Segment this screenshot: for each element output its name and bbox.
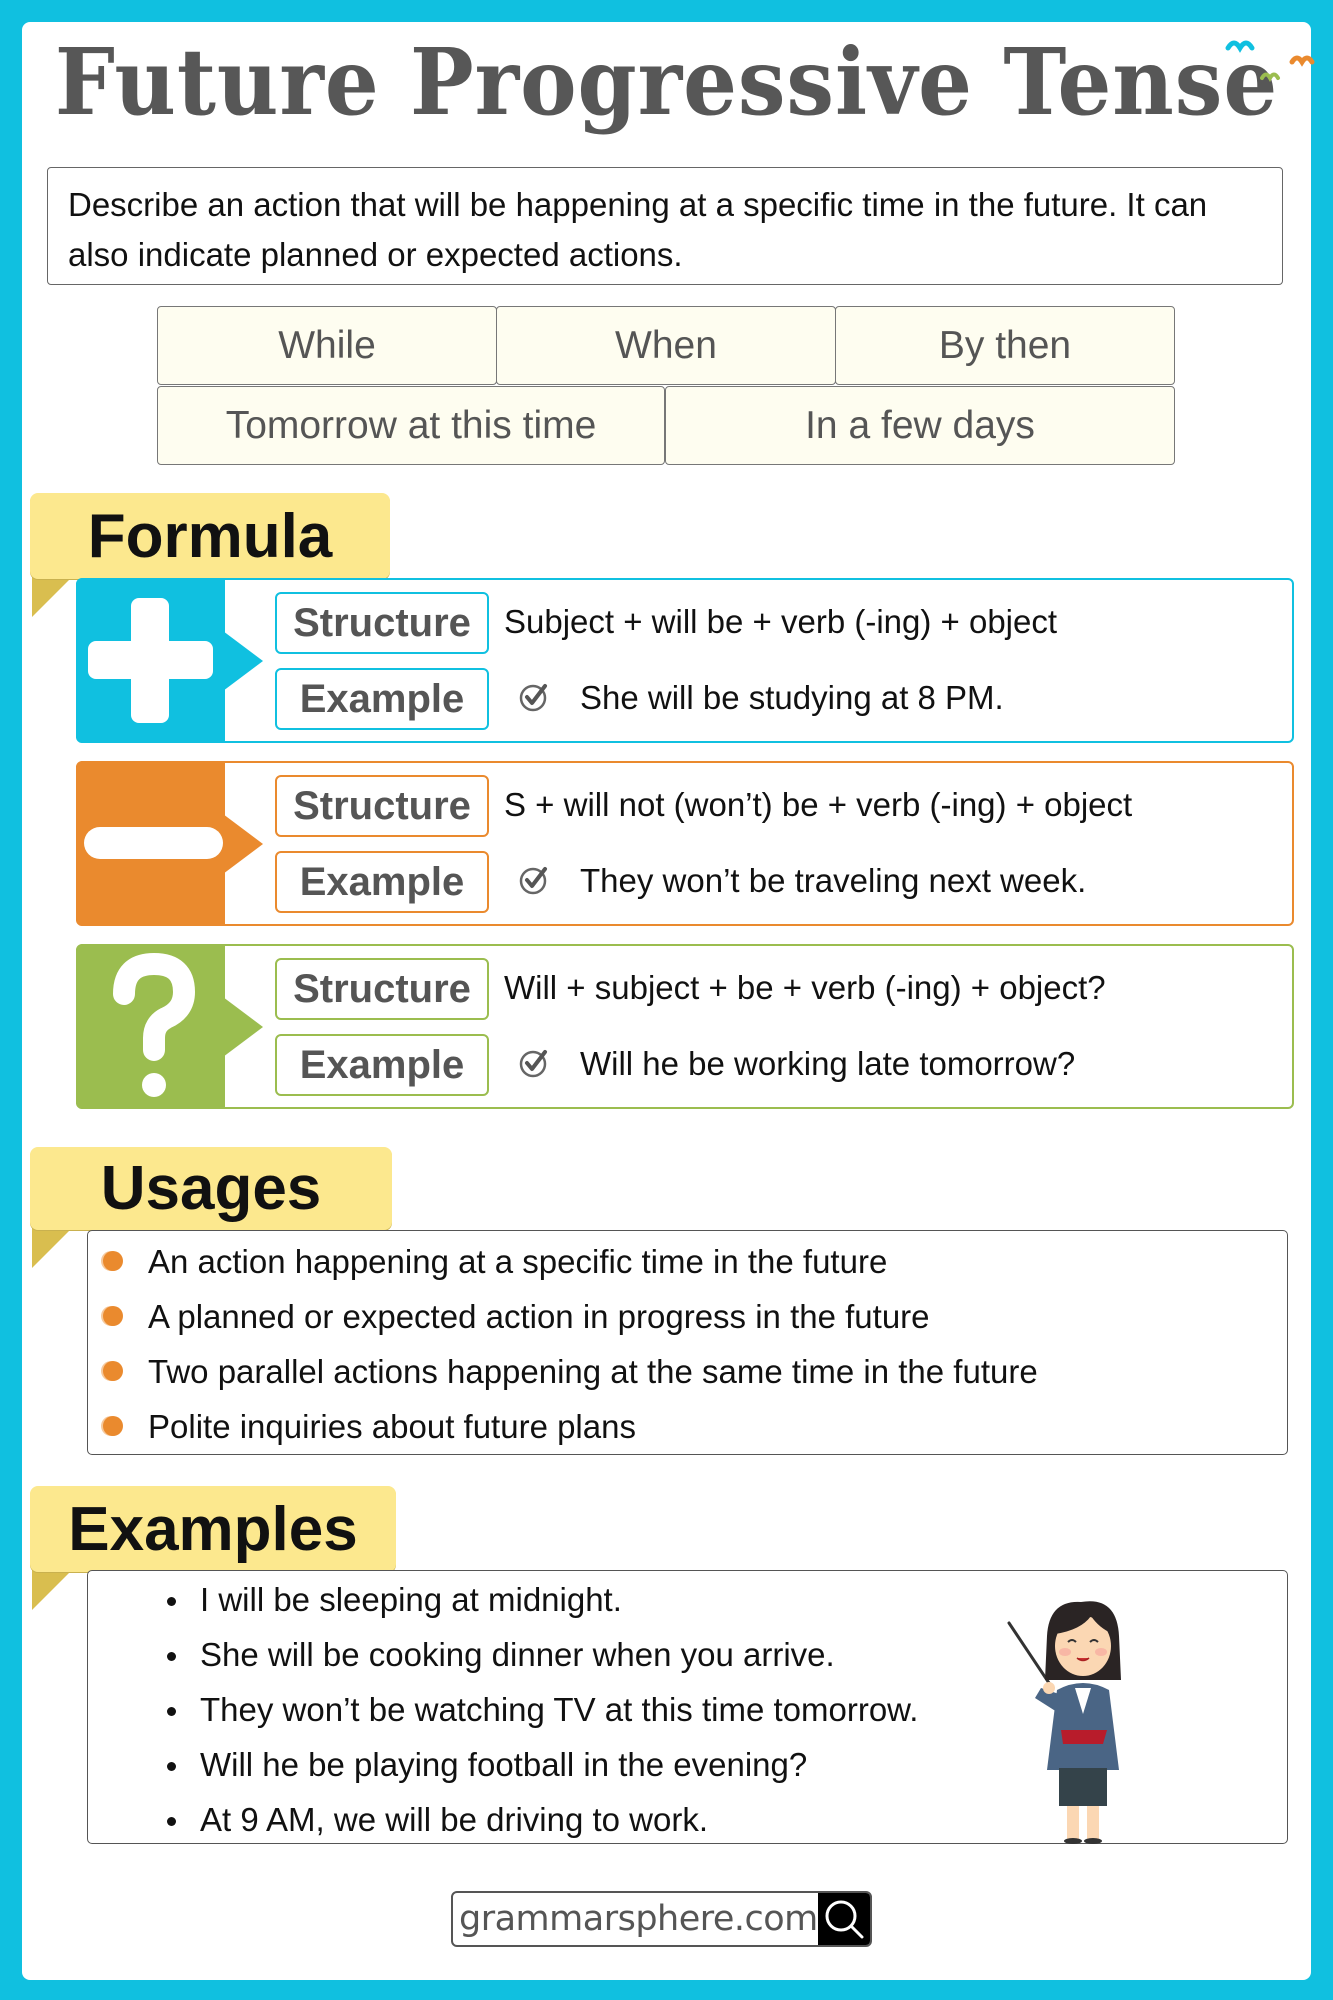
bullet-dot-icon: [103, 1416, 123, 1436]
negative-badge: [76, 761, 263, 926]
search-button[interactable]: [817, 1893, 870, 1945]
example-text: She will be studying at 8 PM.: [580, 679, 1004, 716]
usage-item: A planned or expected action in progress…: [88, 1289, 1287, 1344]
structure-text: S + will not (won’t) be + verb (-ing) + …: [504, 786, 1133, 823]
affirmative-badge: [76, 578, 263, 743]
usages-heading: Usages: [30, 1147, 392, 1230]
tab-fold: [32, 1570, 72, 1610]
bullet-icon: [167, 1762, 176, 1771]
birds-icon: [1225, 40, 1315, 83]
structure-label: Structure: [275, 958, 489, 1020]
tab-fold: [32, 577, 72, 617]
formula-row-negative: Structure S + will not (won’t) be + verb…: [76, 761, 1294, 926]
example-text: Will he be working late tomorrow?: [580, 1045, 1076, 1082]
structure-text: Subject + will be + verb (-ing) + object: [504, 603, 1058, 640]
keyword-in-a-few-days: In a few days: [665, 386, 1175, 465]
formula-row-affirmative: Structure Subject + will be + verb (-ing…: [76, 578, 1294, 743]
keyword-when: When: [496, 306, 836, 385]
structure-text: Will + subject + be + verb (-ing) + obje…: [504, 969, 1106, 1006]
tab-fold: [32, 1228, 72, 1268]
definition-box: Describe an action that will be happenin…: [47, 167, 1283, 285]
formula-row-interrogative: Structure Will + subject + be + verb (-i…: [76, 944, 1294, 1109]
usage-item: Polite inquiries about future plans: [88, 1399, 1287, 1454]
plus-icon: [88, 598, 213, 723]
minus-icon: [84, 827, 223, 859]
usages-box: An action happening at a specific time i…: [87, 1230, 1288, 1455]
formula-heading: Formula: [30, 493, 390, 579]
bullet-dot-icon: [103, 1251, 123, 1271]
example-label: Example: [275, 1034, 489, 1096]
bullet-icon: [167, 1652, 176, 1661]
usage-item: An action happening at a specific time i…: [88, 1234, 1287, 1289]
teacher-illustration: [1007, 1601, 1121, 1844]
check-circle-icon: [519, 1050, 547, 1078]
bullet-dot-icon: [103, 1306, 123, 1326]
site-search-badge[interactable]: grammarsphere.com: [451, 1891, 872, 1947]
check-circle-icon: [519, 867, 547, 895]
check-circle-icon: [519, 684, 547, 712]
question-icon: [113, 953, 195, 1097]
keyword-by-then: By then: [835, 306, 1175, 385]
examples-heading: Examples: [30, 1486, 396, 1572]
keyword-tomorrow-at-this-time: Tomorrow at this time: [157, 386, 665, 465]
bullet-icon: [167, 1817, 176, 1826]
bullet-icon: [167, 1597, 176, 1606]
structure-label: Structure: [275, 592, 489, 654]
interrogative-badge: [76, 944, 263, 1109]
keyword-while: While: [157, 306, 497, 385]
bullet-icon: [167, 1707, 176, 1716]
usage-item: Two parallel actions happening at the sa…: [88, 1344, 1287, 1399]
search-icon: [825, 1900, 864, 1939]
example-text: They won’t be traveling next week.: [580, 862, 1087, 899]
page-title: Future Progressive Tense: [54, 28, 1279, 136]
example-label: Example: [275, 668, 489, 730]
usages-list: An action happening at a specific time i…: [88, 1234, 1287, 1454]
bullet-dot-icon: [103, 1361, 123, 1381]
site-url: grammarsphere.com: [459, 1899, 818, 1939]
example-label: Example: [275, 851, 489, 913]
structure-label: Structure: [275, 775, 489, 837]
